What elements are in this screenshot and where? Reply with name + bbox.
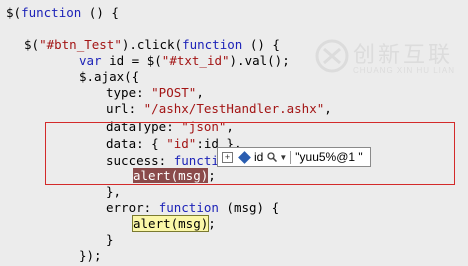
watermark-subtext: CHUANG XIN HU LIAN (353, 66, 456, 75)
chevron-down-icon[interactable]: ▼ (279, 153, 287, 162)
watermark-text: 创新互联 (353, 43, 454, 68)
variable-name: id (254, 150, 264, 164)
code-line-1[interactable]: $(function () { (6, 2, 119, 23)
code-line-13[interactable]: alert(msg); (131, 213, 216, 234)
highlighted-alert-reference[interactable]: alert(msg) (131, 215, 210, 232)
watermark-logo: 创新互联 CHUANG XIN HU LIAN (315, 33, 465, 83)
debugger-datatip[interactable]: + id ▼ "yuu5%@1 " (217, 147, 371, 167)
divider (290, 150, 292, 164)
expand-icon[interactable]: + (222, 151, 233, 163)
variable-icon (238, 150, 251, 164)
watermark-icon (315, 39, 349, 73)
variable-value[interactable]: "yuu5%@1 " (295, 150, 362, 164)
magnifier-icon[interactable] (267, 152, 278, 162)
code-line-15[interactable]: }); (79, 245, 102, 266)
code-line-14[interactable]: } (106, 229, 114, 250)
